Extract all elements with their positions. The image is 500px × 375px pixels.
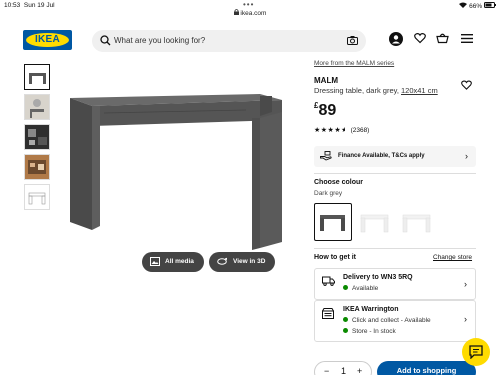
how-to-get-it-title: How to get it — [314, 254, 356, 261]
available-dot — [343, 285, 348, 290]
finance-banner[interactable]: Finance Available, T&Cs apply › — [314, 146, 476, 167]
drawer-thumb-image — [25, 155, 49, 179]
favourite-heart-icon[interactable] — [461, 80, 472, 90]
increase-button[interactable]: + — [357, 366, 362, 375]
store-icon — [322, 308, 334, 319]
chat-button[interactable] — [462, 338, 490, 366]
chevron-right-icon: › — [464, 279, 467, 289]
chat-bubble-icon — [469, 345, 483, 359]
search-bar[interactable]: What are you looking for? — [92, 30, 366, 52]
dimensions-link[interactable]: 120x41 cm — [401, 86, 438, 95]
product-price: £89 — [314, 101, 336, 120]
search-input[interactable]: What are you looking for? — [114, 36, 205, 45]
colour-swatch-dark-grey[interactable] — [314, 203, 352, 241]
view-3d-button[interactable]: View in 3D — [209, 252, 275, 272]
choose-colour-title: Choose colour — [314, 179, 364, 186]
chevron-right-icon: › — [464, 314, 467, 324]
logo-text: IKEA — [34, 34, 61, 45]
selected-colour: Dark grey — [314, 190, 343, 197]
account-icon[interactable] — [389, 32, 403, 46]
rotate-3d-icon — [217, 257, 227, 265]
ikea-logo[interactable]: IKEA — [23, 30, 72, 50]
delivery-title: Delivery to WN3 5RQ — [343, 274, 413, 281]
thumbnail-4[interactable] — [24, 154, 50, 180]
dressing-table-thumb-image — [29, 73, 46, 84]
room-thumb-image — [25, 95, 49, 119]
colour-swatch-white-2[interactable] — [398, 203, 436, 241]
finance-hand-icon — [320, 151, 332, 161]
colour-swatch-white[interactable] — [356, 203, 394, 241]
delivery-option[interactable]: Delivery to WN3 5RQ Available › — [314, 268, 476, 300]
camera-icon[interactable] — [347, 36, 358, 45]
thumbnail-2[interactable] — [24, 94, 50, 120]
in-stock-dot — [343, 328, 348, 333]
rating-stars: ★★★★★ — [314, 127, 345, 134]
basket-icon[interactable] — [436, 32, 449, 44]
quantity-stepper[interactable]: − 1 + — [314, 361, 372, 375]
address-bar[interactable]: ikea.com — [0, 9, 500, 17]
line-drawing-thumb-image — [28, 192, 46, 205]
all-media-button[interactable]: All media — [142, 252, 204, 272]
search-icon — [100, 35, 111, 46]
available-dot — [343, 317, 348, 322]
change-store-link[interactable]: Change store — [433, 254, 472, 261]
menu-icon[interactable] — [461, 34, 473, 43]
heart-icon[interactable] — [414, 32, 426, 44]
finance-text: Finance Available, T&Cs apply — [338, 153, 425, 159]
product-main-image[interactable] — [60, 82, 300, 252]
click-collect-status: Click and collect - Available — [343, 317, 431, 324]
room-dark-thumb-image — [25, 125, 49, 149]
divider — [314, 173, 476, 174]
thumbnail-1[interactable] — [24, 64, 50, 90]
status-bar: 10:53 Sun 19 Jul ••• 66% ikea.com — [0, 0, 500, 17]
quantity-value: 1 — [341, 366, 347, 375]
url-text: ikea.com — [240, 10, 267, 17]
battery-icon — [484, 2, 496, 8]
rating-count: (2368) — [350, 127, 370, 134]
lock-icon — [233, 9, 239, 15]
wifi-icon — [459, 2, 468, 8]
price-value: 89 — [318, 102, 337, 119]
chevron-right-icon: › — [465, 151, 468, 161]
truck-icon — [322, 276, 335, 286]
store-stock-status: Store - In stock — [343, 328, 396, 335]
status-time: 10:53 Sun 19 Jul — [4, 2, 55, 9]
store-option[interactable]: IKEA Warrington Click and collect - Avai… — [314, 300, 476, 342]
logo-oval: IKEA — [26, 33, 69, 47]
decrease-button[interactable]: − — [324, 366, 329, 375]
thumbnail-3[interactable] — [24, 124, 50, 150]
series-link[interactable]: More from the MALM series — [314, 60, 394, 67]
all-media-label: All media — [165, 258, 194, 265]
store-title: IKEA Warrington — [343, 306, 399, 313]
thumbnail-5[interactable] — [24, 184, 50, 210]
image-icon — [150, 257, 160, 266]
product-name: MALM — [314, 76, 338, 85]
product-description: Dressing table, dark grey, 120x41 cm — [314, 86, 438, 95]
rating[interactable]: ★★★★★ (2368) — [314, 126, 369, 134]
delivery-status: Available — [343, 285, 378, 292]
view-3d-label: View in 3D — [233, 258, 266, 265]
add-to-cart-button[interactable]: Add to shopping — [377, 361, 476, 375]
divider — [314, 248, 476, 249]
tab-dots[interactable]: ••• — [243, 0, 254, 9]
